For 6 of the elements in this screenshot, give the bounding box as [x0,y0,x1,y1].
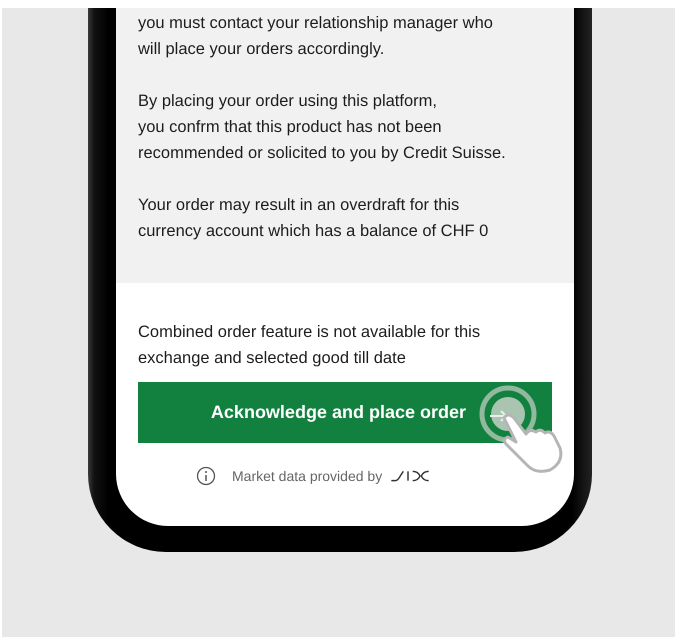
disclaimer-paragraph: you must contact your relationship manager who will place your orders accordingly. [138,13,494,60]
acknowledge-button[interactable]: Acknowledge and place order [138,382,552,443]
disclaimer-paragraph: Your order may result in an overdraft for this currency account which has a balance of CHF 0 [138,195,490,242]
notice-text: Combined order feature is not available for this exchange and selected good till date [138,322,482,369]
disclaimer-paragraph: By placing your order using this platform, you confrm that this product has not been recommended or solicited to you by Credit Suisse. [138,91,507,164]
market-data-text: Market data provided by [232,468,382,484]
